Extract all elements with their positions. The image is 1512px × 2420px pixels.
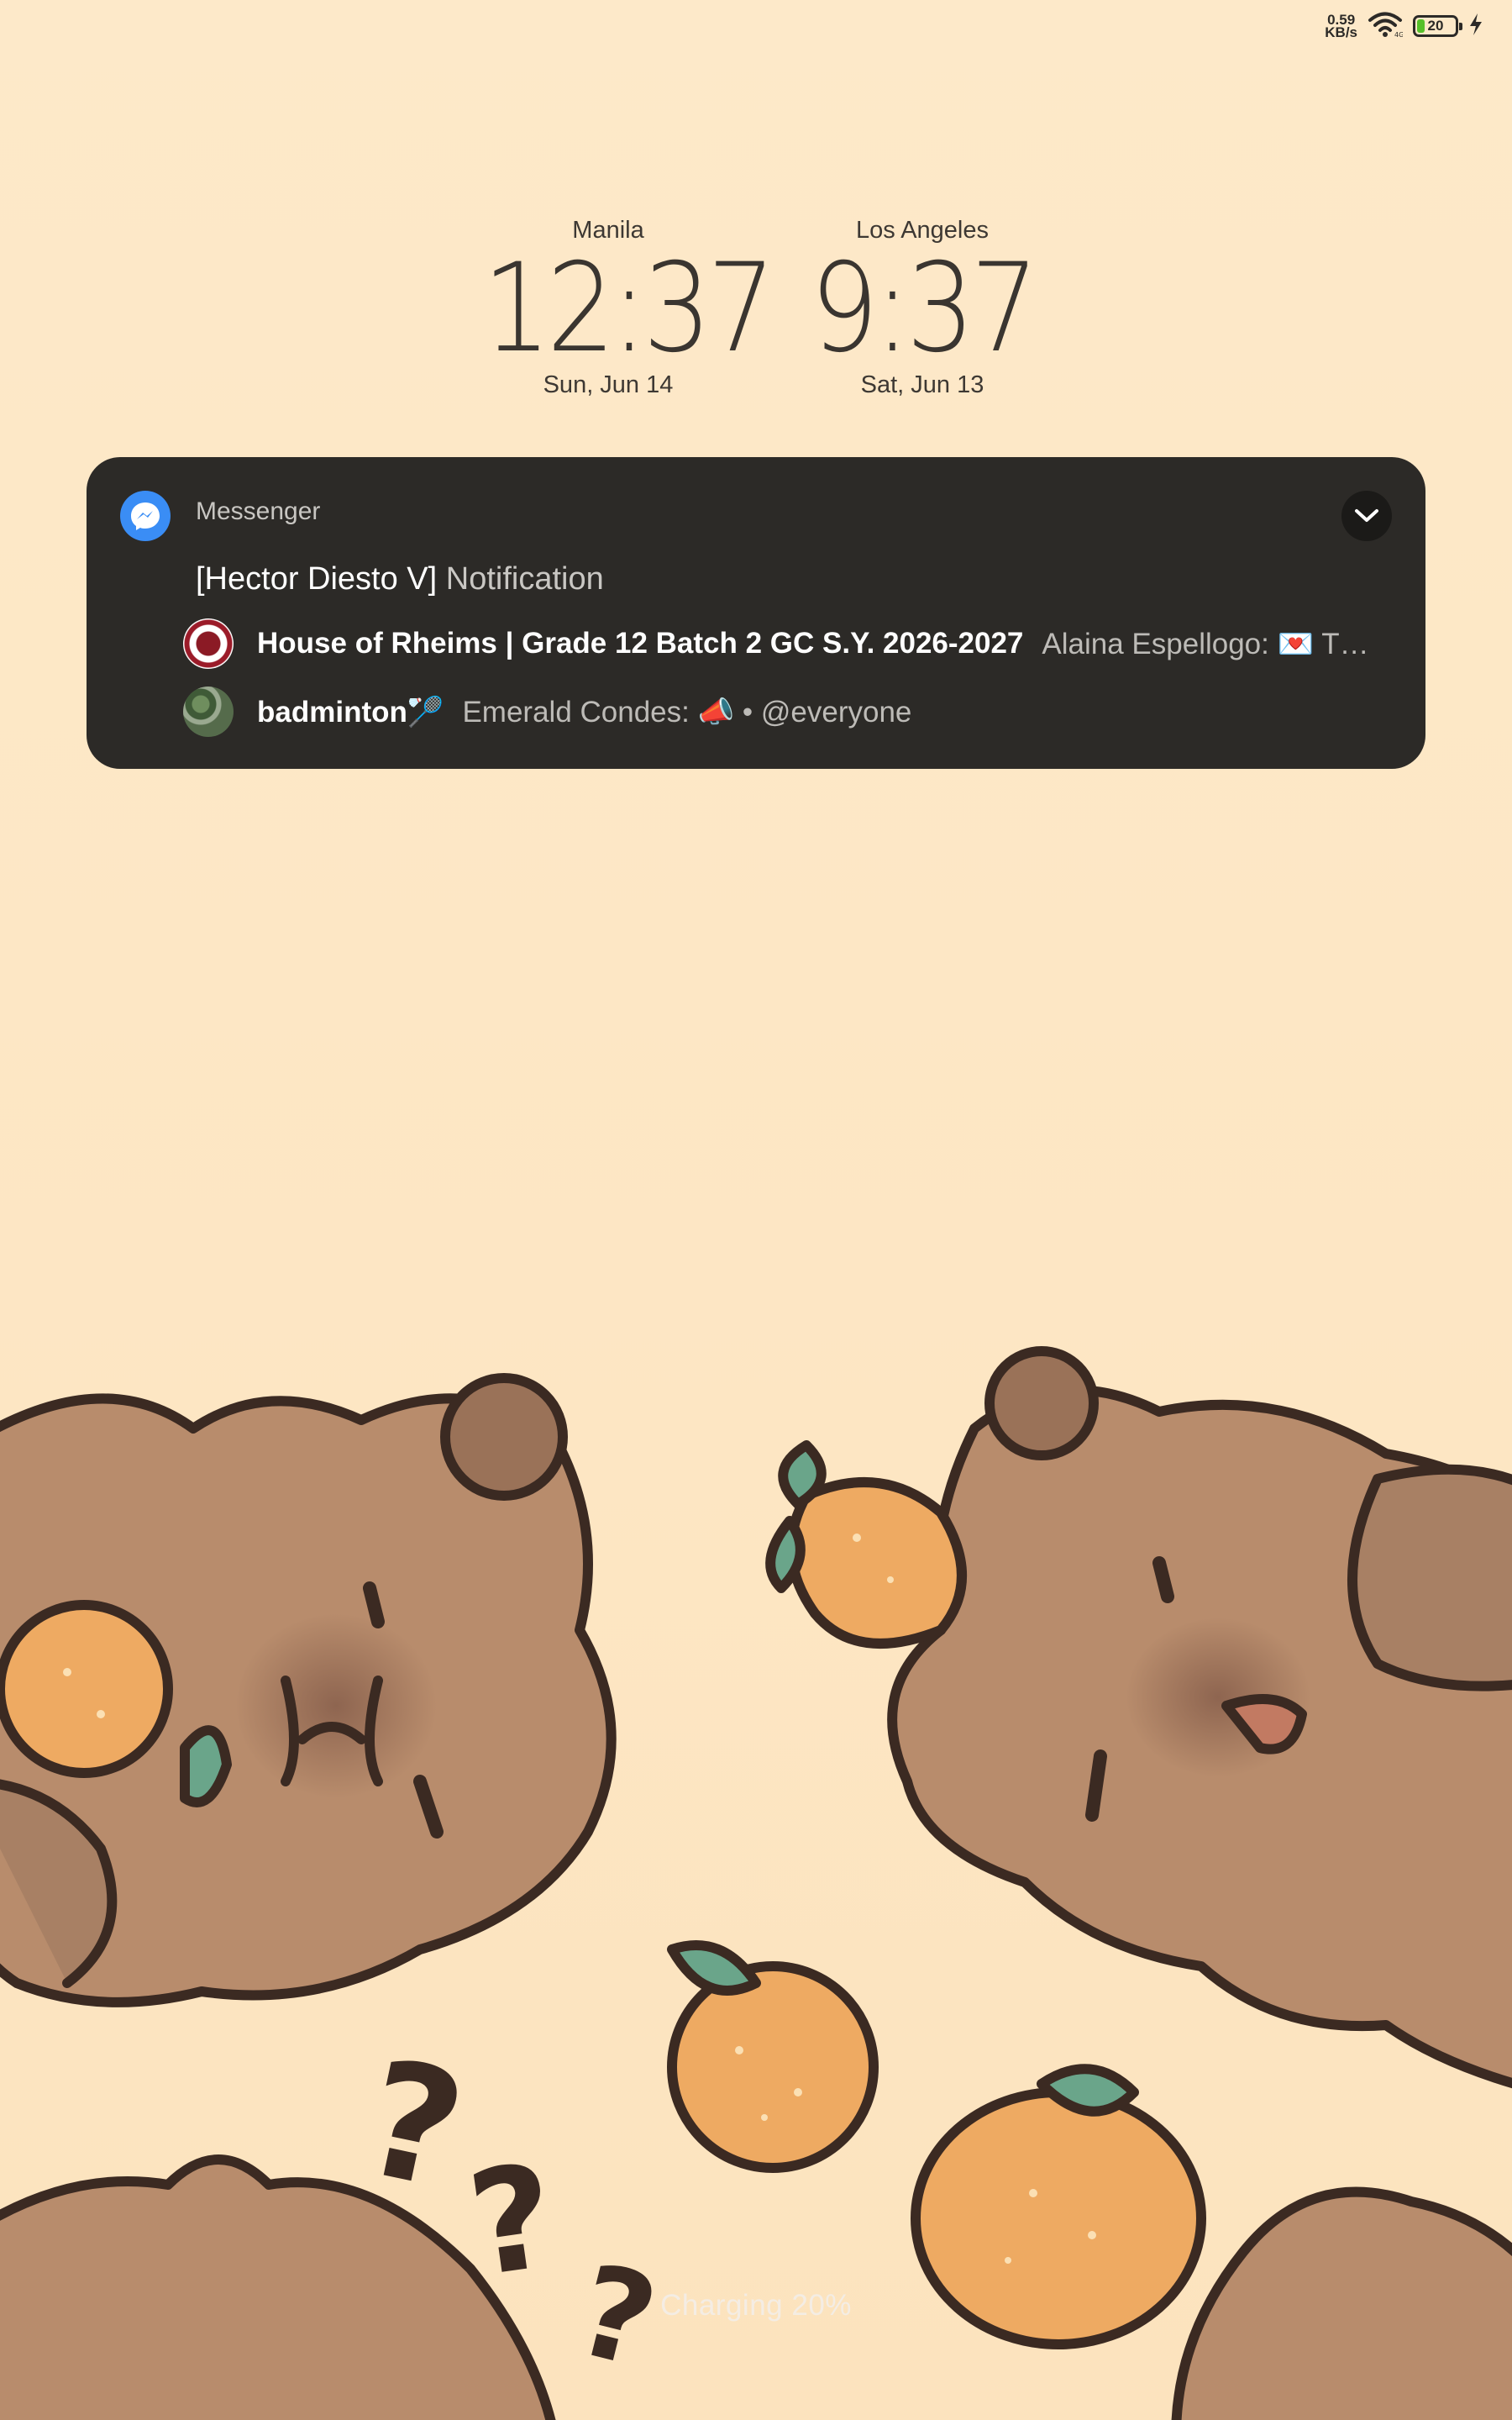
group-name: badminton🏸 (257, 695, 444, 729)
network-speed-unit: KB/s (1325, 24, 1357, 40)
messenger-notification[interactable]: Messenger [Hector Diesto V] Notification… (87, 457, 1425, 769)
messenger-icon (120, 491, 171, 541)
app-name: Messenger (196, 497, 321, 525)
svg-text:?: ? (349, 2024, 479, 2225)
notification-sender: [Hector Diesto V] (196, 561, 438, 597)
network-speed: 0.59 KB/s (1325, 13, 1357, 39)
clock-los-angeles: Los Angeles 9:37 Sat, Jun 13 (780, 212, 1065, 402)
wifi-icon: 4G (1368, 11, 1404, 42)
expand-button[interactable] (1341, 491, 1392, 541)
clock-time: 9:37 (810, 237, 1039, 380)
notification-title-rest: Notification (445, 561, 604, 597)
group-avatar (183, 618, 234, 669)
clock-time: 12:37 (482, 237, 775, 380)
message-preview: Alaina Espellogo: 💌 The 𝐇𝐨𝐮𝐬𝐞 𝐨𝐟 𝐑𝐡𝐞𝐢𝐦𝐬 (1042, 627, 1385, 660)
clock-manila: Manila 12:37 Sun, Jun 14 (465, 212, 775, 402)
group-name: House of Rheims | Grade 12 Batch 2 GC S.… (257, 627, 1024, 660)
message-row[interactable]: House of Rheims | Grade 12 Batch 2 GC S.… (183, 618, 1385, 669)
chevron-down-icon (1355, 509, 1378, 522)
battery-level: 20 (1427, 18, 1444, 34)
lock-screen: 0.59 KB/s 4G 20 Manila 12:37 Sun, Jun 14… (0, 0, 1512, 2420)
notification-title: [Hector Diesto V] Notification (196, 561, 604, 597)
status-bar: 0.59 KB/s 4G 20 (1325, 12, 1483, 40)
capybara-illustration: ? ? ? (0, 1346, 1512, 2420)
svg-text:4G: 4G (1394, 31, 1403, 38)
charging-bolt-icon (1468, 13, 1483, 40)
group-avatar (183, 687, 234, 737)
battery-icon: 20 (1413, 15, 1462, 37)
message-row[interactable]: badminton🏸 Emerald Condes: 📣 • @everyone (183, 687, 1385, 737)
message-preview: Emerald Condes: 📣 • @everyone (462, 695, 912, 729)
battery-cap (1459, 23, 1462, 30)
charging-status: Charging 20% (660, 2289, 852, 2322)
